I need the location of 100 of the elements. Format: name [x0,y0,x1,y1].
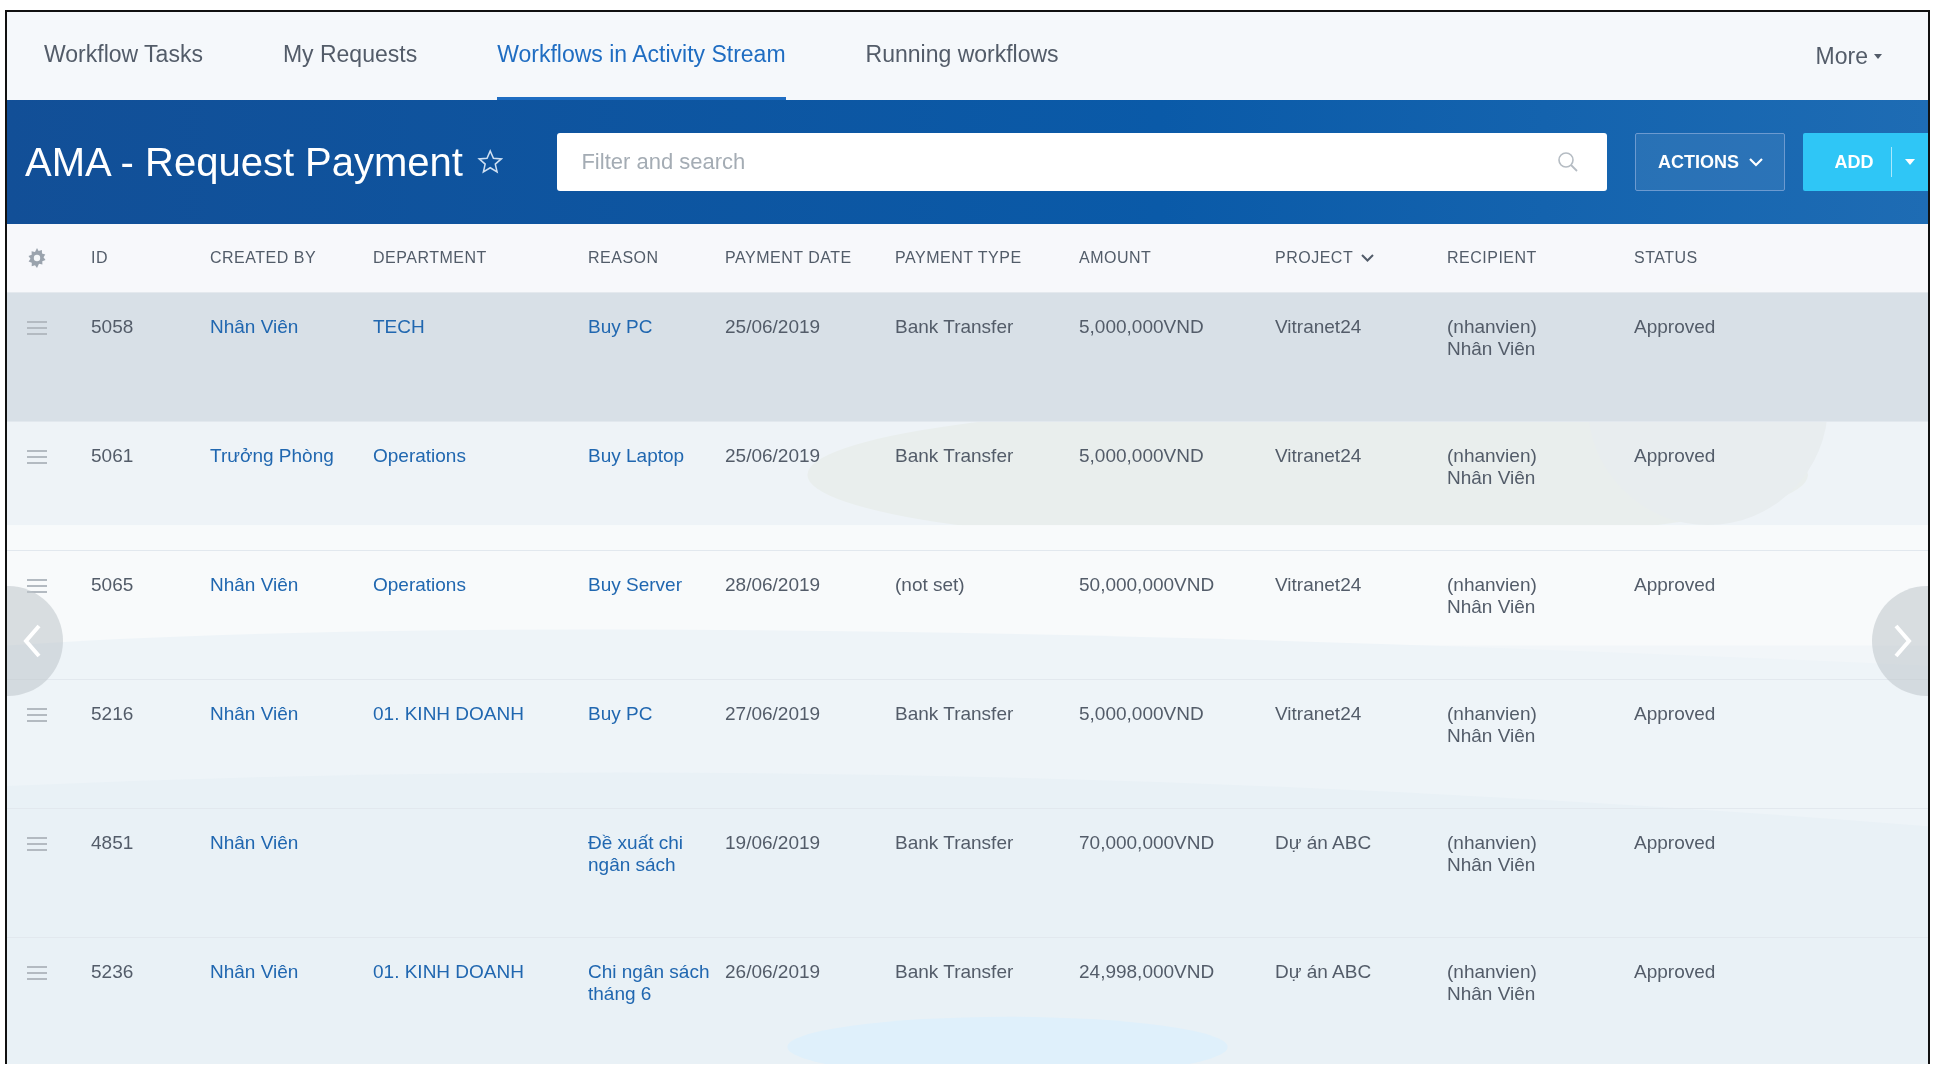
cell-link[interactable]: Buy Laptop [588,445,713,467]
table-cell-text: 25/06/2019 [725,445,822,467]
cell-link[interactable]: TECH [373,316,576,338]
caret-icon [1905,159,1916,165]
settings-icon[interactable] [27,248,47,268]
table-cell-text: 28/06/2019 [725,574,822,596]
drag-handle-icon[interactable] [27,321,47,335]
table-cell-text: Bank Transfer [895,316,1015,338]
table-cell-text: (nhanvien) [1447,961,1538,983]
drag-handle-icon[interactable] [27,708,47,722]
table-cell-text: 4851 [91,832,135,854]
cell-link[interactable]: Operations [373,445,576,467]
table-row[interactable]: 5065 Nhân Viên Operations Buy Server 28/06/2019 (not set) 50,000,000VND Vitranet24 (nhanvien) Nhân Viên Approved [7,551,1928,680]
cell-link[interactable]: Nhân Viên [210,832,361,854]
table-cell-text: 26/06/2019 [725,961,822,983]
column-header[interactable]: PAYMENT TYPE [895,249,1022,267]
table-cell-text: 5061 [91,445,135,467]
table-cell-text: (nhanvien) [1447,574,1538,596]
star-icon[interactable] [476,148,504,176]
chevron-down-icon[interactable] [1361,254,1375,262]
table-cell-text: (nhanvien) [1447,703,1538,725]
column-header[interactable]: ID [91,249,108,267]
page-title: AMA - Request Payment [25,139,463,185]
table-cell-text: Approved [1634,703,1717,725]
table-cell-text: 5236 [91,961,135,983]
table-row[interactable]: 4851 Nhân Viên Đề xuất chi ngân sách 19/06/2019 Bank Transfer 70,000,000VND Dự án ABC (nhanvien) Nhân Viên Approved [7,809,1928,938]
table-row[interactable]: 5058 Nhân Viên TECH Buy PC 25/06/2019 Bank Transfer 5,000,000VND Vitranet24 (nhanvien) Nhân Viên Approved [7,293,1928,422]
table-cell-text: 5058 [91,316,135,338]
cell-link[interactable]: Nhân Viên [210,961,361,983]
drag-handle-icon[interactable] [27,966,47,980]
search-icon [1557,151,1580,173]
table-cell-text: (not set) [895,574,966,596]
drag-handle-icon[interactable] [27,837,47,851]
column-header[interactable]: PROJECT [1275,249,1354,267]
table-cell-text: Approved [1634,445,1717,467]
tab[interactable]: My Requests [282,12,418,100]
table-cell-text: Bank Transfer [895,832,1015,854]
cell-link[interactable]: 01. KINH DOANH [373,703,576,725]
table-cell-text: (nhanvien) [1447,316,1538,338]
cell-link[interactable]: Nhân Viên [210,703,361,725]
table-row[interactable]: 5216 Nhân Viên 01. KINH DOANH Buy PC 27/06/2019 Bank Transfer 5,000,000VND Vitranet24 (nhanvien) Nhân Viên Approved [7,680,1928,809]
table-cell-text: Nhân Viên [1447,596,1537,618]
table-cell-text: Nhân Viên [1447,854,1537,876]
table-cell-text: Approved [1634,961,1717,983]
table-row[interactable]: 5236 Nhân Viên 01. KINH DOANH Chi ngân sách tháng 6 26/06/2019 Bank Transfer 24,998,000VND Dự án ABC (nhanvien) Nhân Viên Approved [7,938,1928,1064]
cell-link[interactable]: Buy PC [588,316,713,338]
table-cell-text: Nhân Viên [1447,467,1537,489]
drag-handle-icon[interactable] [27,579,47,593]
table-cell-text: 19/06/2019 [725,832,822,854]
column-header[interactable]: DEPARTMENT [373,249,487,267]
drag-handle-icon[interactable] [27,450,47,464]
table-cell-text: Dự án ABC [1275,961,1373,983]
caret-icon [1874,53,1882,59]
table-cell-text: 5,000,000VND [1079,316,1205,338]
table-cell-text: Bank Transfer [895,445,1015,467]
table-cell-text: Nhân Viên [1447,725,1537,747]
more-menu[interactable]: More [1809,41,1888,71]
cell-link[interactable]: Đề xuất chi ngân sách [588,832,713,876]
column-header[interactable]: CREATED BY [210,249,317,267]
table-cell-text: Approved [1634,574,1717,596]
table-cell-text: Vitranet24 [1275,316,1363,338]
table-cell-text: 27/06/2019 [725,703,822,725]
table-cell-text: 5065 [91,574,135,596]
table-cell-text: Approved [1634,832,1717,854]
table-cell-text: 24,998,000VND [1079,961,1216,983]
cell-link[interactable]: Operations [373,574,576,596]
cell-link[interactable]: 01. KINH DOANH [373,961,576,983]
cell-link[interactable]: Trưởng Phòng [210,445,361,467]
table-cell-text: 5,000,000VND [1079,703,1205,725]
table-cell-text: Bank Transfer [895,961,1015,983]
chevron-left-icon [23,624,41,658]
cell-link[interactable]: Nhân Viên [210,574,361,596]
column-header[interactable]: RECIPIENT [1447,249,1537,267]
table-cell-text: 25/06/2019 [725,316,822,338]
cell-link[interactable]: Buy PC [588,703,713,725]
table-cell-text: Vitranet24 [1275,574,1363,596]
column-header[interactable]: STATUS [1634,249,1698,267]
table-cell-text: 50,000,000VND [1079,574,1216,596]
actions-button[interactable]: ACTIONS [1635,133,1786,191]
table-cell-text: (nhanvien) [1447,445,1538,467]
table-cell-text: Approved [1634,316,1717,338]
column-header[interactable]: AMOUNT [1079,249,1152,267]
column-header[interactable]: REASON [588,249,659,267]
column-header[interactable]: PAYMENT DATE [725,249,852,267]
table-cell-text: 70,000,000VND [1079,832,1216,854]
table-cell-text: 5216 [91,703,135,725]
cell-link[interactable]: Chi ngân sách tháng 6 [588,961,713,1005]
table-cell-text: Nhân Viên [1447,983,1537,1005]
table-row[interactable]: 5061 Trưởng Phòng Operations Buy Laptop 25/06/2019 Bank Transfer 5,000,000VND Vitranet24 (nhanvien) Nhân Viên Approved [7,422,1928,551]
tab[interactable]: Running workflows [865,12,1059,100]
chevron-right-icon [1894,624,1912,658]
table-cell-text: Vitranet24 [1275,445,1363,467]
table-cell-text: (nhanvien) [1447,832,1538,854]
chevron-down-icon [1748,157,1763,167]
search-field[interactable]: Filter and search [557,133,1608,191]
tab[interactable]: Workflow Tasks [44,12,203,100]
table-cell-text: 5,000,000VND [1079,445,1205,467]
cell-link[interactable]: Nhân Viên [210,316,361,338]
cell-link[interactable]: Buy Server [588,574,713,596]
table-cell-text: Dự án ABC [1275,832,1373,854]
